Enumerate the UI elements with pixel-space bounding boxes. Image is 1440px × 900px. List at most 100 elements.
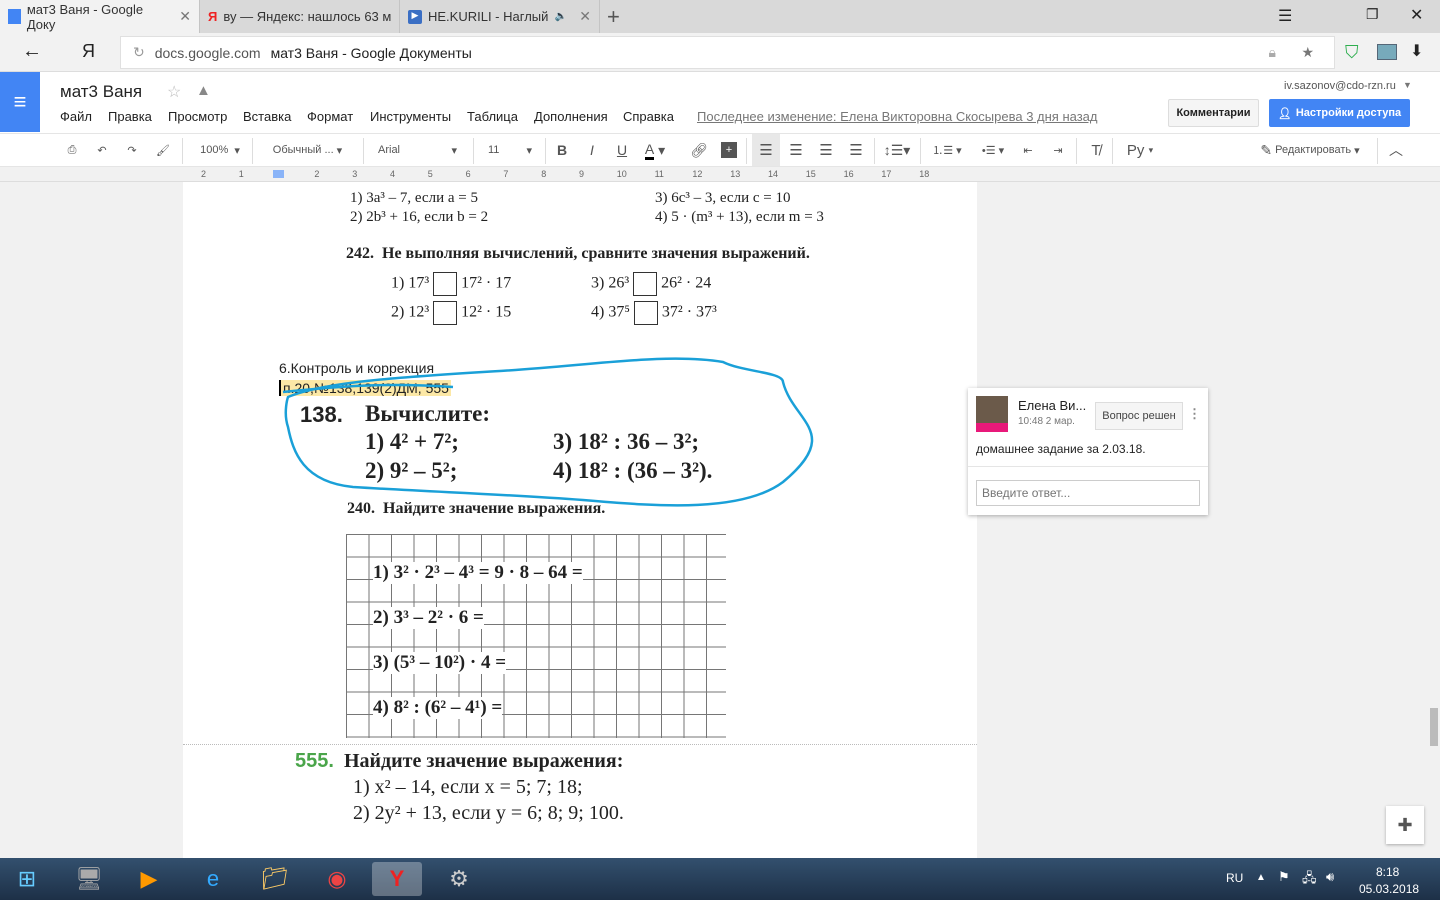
clock-date[interactable]: 05.03.2018 [1359, 882, 1419, 896]
last-edit-link[interactable]: Последнее изменение: Елена Викторовна Ск… [697, 109, 1098, 124]
hand-drawn-circle [282, 357, 814, 507]
print-icon[interactable]: ⎙ [62, 134, 82, 166]
network-icon[interactable]: 🖧︎ [1302, 869, 1317, 891]
editing-mode-button[interactable]: ✎ Редактировать ▾ [1250, 134, 1370, 166]
docs-icon [8, 9, 21, 24]
more-options-icon[interactable]: ⋮ [1188, 406, 1201, 422]
tab-video[interactable]: ▶ НЕ.KURILI - Наглый 🔈 ✕ [400, 0, 600, 33]
collapse-icon[interactable]: ︿ [1385, 134, 1407, 166]
new-tab-button[interactable]: + [607, 4, 620, 30]
style-value: Обычный ... [272, 144, 334, 156]
url-input[interactable]: ↻ docs.google.com мат3 Ваня - Google Док… [120, 36, 1335, 69]
menu-help[interactable]: Справка [623, 109, 674, 124]
comment-time: 10:48 2 мар. [1018, 416, 1075, 427]
ruler[interactable]: 21123456789101112131415161718 [0, 167, 1440, 182]
video-icon: ▶ [408, 9, 422, 24]
document-page[interactable]: 1) 3a³ – 7, если a = 5 2) 2b³ + 16, если… [183, 182, 977, 858]
ruler-number: 14 [768, 169, 779, 179]
bulleted-list-icon[interactable]: •☰ ▾ [974, 134, 1012, 166]
zoom-select[interactable]: 100% ▾ [190, 134, 250, 166]
increase-indent-icon[interactable]: ⇥ [1048, 134, 1068, 166]
input-tools-button[interactable]: Ру ▾ [1120, 134, 1160, 166]
account-email[interactable]: iv.sazonov@cdo-rzn.ru [1284, 80, 1396, 92]
steam-icon[interactable]: ⚙ [434, 862, 484, 896]
yandex-logo[interactable]: Я [82, 41, 95, 62]
start-icon[interactable]: ⊞ [2, 862, 52, 896]
docs-home-icon[interactable]: ≡ [0, 72, 40, 132]
text-color-icon[interactable]: A ▾ [640, 134, 670, 166]
taskbar: ⊞ 🖥︎ ▶ e 📁︎ ◉ Y ⚙ RU ▲ ⚑ 🖧︎ 🔊︎ 8:18 05.0… [0, 858, 1440, 900]
chrome-icon[interactable]: ◉ [312, 862, 362, 896]
input-tools-label: Ру [1126, 141, 1145, 159]
scrollbar-thumb[interactable] [1430, 708, 1438, 746]
exercise-title: Найдите значение выражения. [383, 500, 606, 517]
address-bar-area: ← Я ↻ docs.google.com мат3 Ваня - Google… [0, 33, 1440, 72]
explore-button[interactable]: ✚ [1386, 806, 1424, 844]
share-button[interactable]: 👤︎ Настройки доступа [1269, 99, 1410, 127]
bold-icon[interactable]: B [552, 134, 572, 166]
align-left-icon[interactable]: ☰ [752, 134, 780, 166]
underline-icon[interactable]: U [612, 134, 632, 166]
italic-icon[interactable]: I [582, 134, 602, 166]
redo-icon[interactable]: ↷ [122, 134, 142, 166]
line-spacing-icon[interactable]: ↕☰▾ [880, 134, 914, 166]
menu-icon[interactable]: ☰ [1278, 6, 1292, 26]
language-indicator[interactable]: RU [1226, 871, 1243, 885]
download-icon[interactable]: ⬇ [1410, 41, 1423, 61]
move-to-drive-icon[interactable]: ▲ [196, 82, 211, 99]
shield-icon[interactable]: ⛉ [1345, 42, 1359, 63]
indent-marker[interactable] [273, 170, 284, 178]
add-comment-icon[interactable]: + [719, 134, 739, 166]
tray-arrow-icon[interactable]: ▲ [1256, 872, 1266, 883]
flag-icon[interactable]: ⚑ [1278, 869, 1290, 885]
back-icon[interactable]: ← [22, 40, 42, 63]
style-select[interactable]: Обычный ... ▾ [260, 134, 355, 166]
comment-card[interactable]: Елена Ви... 10:48 2 мар. Вопрос решен ⋮ … [968, 388, 1208, 515]
close-icon[interactable]: ✕ [579, 8, 591, 25]
yandex-browser-icon[interactable]: Y [372, 862, 422, 896]
menu-tools[interactable]: Инструменты [370, 109, 451, 124]
tab-docs[interactable]: мат3 Ваня - Google Доку ✕ [0, 0, 200, 33]
menu-format[interactable]: Формат [307, 109, 353, 124]
justify-icon[interactable]: ☰ [846, 134, 866, 166]
media-icon[interactable]: ▶ [124, 862, 174, 896]
reload-icon[interactable]: ↻ [133, 44, 145, 61]
close-window-icon[interactable]: ✕ [1410, 5, 1423, 25]
menu-view[interactable]: Просмотр [168, 109, 227, 124]
computer-icon[interactable]: 🖥︎ [64, 862, 114, 896]
align-right-icon[interactable]: ☰ [816, 134, 836, 166]
chevron-down-icon[interactable]: ▼ [1403, 80, 1412, 90]
star-icon[interactable]: ★ [1301, 44, 1314, 61]
restore-icon[interactable]: ❐ [1366, 6, 1379, 23]
font-value: Arial [378, 144, 401, 156]
pencil-icon: ✎ [1260, 141, 1273, 158]
comments-button[interactable]: Комментарии [1168, 99, 1259, 127]
link-icon[interactable]: 🔗︎ [688, 134, 710, 166]
clear-formatting-icon[interactable]: T̸ [1085, 134, 1107, 166]
font-select[interactable]: Arial ▾ [370, 134, 465, 166]
doc-title[interactable]: мат3 Ваня [60, 82, 142, 102]
volume-icon[interactable]: 🔊︎ [1326, 869, 1334, 885]
clock-time[interactable]: 8:18 [1376, 865, 1399, 879]
folder-icon[interactable]: 📁︎ [250, 862, 300, 896]
numbered-list-icon[interactable]: ⒈☰ ▾ [928, 134, 966, 166]
tab-yandex[interactable]: Я ву — Яндекс: нашлось 63 м [200, 0, 400, 33]
menu-addons[interactable]: Дополнения [534, 109, 608, 124]
menu-file[interactable]: Файл [60, 109, 92, 124]
resolve-button[interactable]: Вопрос решен [1095, 402, 1183, 430]
close-icon[interactable]: ✕ [179, 8, 191, 25]
docs-header: ≡ мат3 Ваня ☆ ▲ Файл Правка Просмотр Вст… [0, 72, 1440, 133]
ie-icon[interactable]: e [188, 862, 238, 896]
align-center-icon[interactable]: ☰ [786, 134, 806, 166]
image-icon[interactable] [1377, 44, 1397, 60]
menu-insert[interactable]: Вставка [243, 109, 291, 124]
menu-edit[interactable]: Правка [108, 109, 152, 124]
star-icon[interactable]: ☆ [167, 82, 181, 102]
paint-format-icon[interactable]: 🖌︎ [153, 134, 173, 166]
ruler-number: 5 [427, 169, 433, 179]
decrease-indent-icon[interactable]: ⇤ [1018, 134, 1038, 166]
undo-icon[interactable]: ↶ [92, 134, 112, 166]
menu-table[interactable]: Таблица [467, 109, 518, 124]
reply-input[interactable] [976, 480, 1200, 506]
font-size-select[interactable]: 11 ▾ [480, 134, 540, 166]
